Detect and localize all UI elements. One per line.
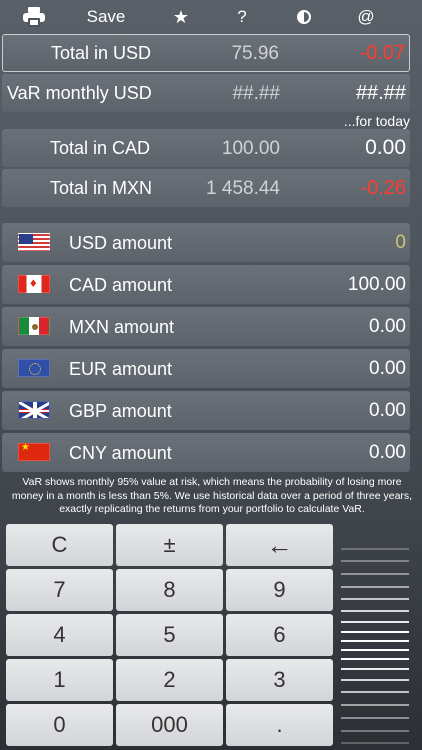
picker-line bbox=[341, 560, 409, 562]
mx-flag-icon bbox=[18, 317, 50, 335]
currency-label: USD amount bbox=[69, 233, 173, 253]
key-9[interactable]: 9 bbox=[226, 569, 333, 611]
picker-line bbox=[341, 631, 409, 633]
eu-flag-icon bbox=[18, 359, 50, 377]
contrast-button[interactable] bbox=[292, 0, 316, 34]
currency-row-mxn[interactable]: MXN amount 0.00 bbox=[2, 307, 410, 346]
total-cad-label: Total in CAD bbox=[50, 138, 151, 158]
email-icon[interactable]: @ bbox=[352, 0, 380, 34]
picker-line bbox=[341, 640, 409, 642]
currency-label: GBP amount bbox=[69, 401, 172, 421]
currency-value: 0.00 bbox=[369, 400, 406, 421]
var-monthly-label: VaR monthly USD bbox=[7, 83, 152, 103]
key-8[interactable]: 8 bbox=[116, 569, 223, 611]
total-usd-row[interactable]: Total in USD 75.96 -0.07 bbox=[2, 34, 410, 72]
total-cad-value: 100.00 bbox=[221, 138, 280, 159]
save-button[interactable]: Save bbox=[78, 0, 134, 34]
key-decimal[interactable]: . bbox=[226, 704, 333, 746]
gb-flag-icon bbox=[18, 401, 50, 419]
picker-line bbox=[341, 548, 409, 550]
total-cad-row[interactable]: Total in CAD 100.00 0.00 bbox=[2, 129, 410, 167]
total-mxn-label: Total in MXN bbox=[50, 178, 153, 198]
contrast-icon bbox=[297, 10, 311, 24]
ca-flag-icon bbox=[18, 275, 50, 293]
var-monthly-change: ##.## bbox=[355, 82, 406, 104]
currency-value: 0.00 bbox=[369, 358, 406, 379]
var-monthly-row[interactable]: VaR monthly USD ##.## ##.## bbox=[2, 74, 410, 112]
value-picker-slider[interactable] bbox=[341, 540, 409, 750]
picker-line bbox=[341, 717, 409, 719]
key-6[interactable]: 6 bbox=[226, 614, 333, 656]
picker-line bbox=[341, 679, 409, 681]
total-usd-change: -0.07 bbox=[359, 42, 405, 64]
total-mxn-change: -0.26 bbox=[360, 177, 406, 199]
key-3[interactable]: 3 bbox=[226, 659, 333, 701]
currency-row-cad[interactable]: CAD amount 100.00 bbox=[2, 265, 410, 304]
picker-line bbox=[341, 649, 409, 651]
help-icon[interactable]: ? bbox=[228, 0, 256, 34]
key-clear[interactable]: C bbox=[6, 524, 113, 566]
total-usd-label: Total in USD bbox=[51, 43, 152, 63]
picker-line bbox=[341, 704, 409, 706]
var-disclaimer: VaR shows monthly 95% value at risk, whi… bbox=[11, 476, 413, 515]
total-mxn-value: 1 458.44 bbox=[206, 178, 280, 199]
currency-row-cny[interactable]: CNY amount 0.00 bbox=[2, 433, 410, 472]
picker-line bbox=[341, 691, 409, 693]
total-cad-change: 0.00 bbox=[365, 136, 406, 159]
picker-line bbox=[341, 598, 409, 600]
key-plus-minus[interactable]: ± bbox=[116, 524, 223, 566]
key-0[interactable]: 0 bbox=[6, 704, 113, 746]
currency-label: MXN amount bbox=[69, 317, 175, 337]
picker-line bbox=[341, 610, 409, 612]
currency-label: EUR amount bbox=[69, 359, 173, 379]
printer-icon bbox=[23, 7, 45, 27]
currency-value: 100.00 bbox=[347, 274, 406, 295]
key-2[interactable]: 2 bbox=[116, 659, 223, 701]
us-flag-icon bbox=[18, 233, 50, 251]
key-1[interactable]: 1 bbox=[6, 659, 113, 701]
cn-flag-icon bbox=[18, 443, 50, 461]
key-000[interactable]: 000 bbox=[116, 704, 223, 746]
currency-label: CNY amount bbox=[69, 443, 172, 463]
currency-row-usd[interactable]: USD amount 0 bbox=[2, 223, 410, 262]
picker-line bbox=[341, 621, 409, 623]
key-4[interactable]: 4 bbox=[6, 614, 113, 656]
currency-value: 0.00 bbox=[369, 316, 406, 337]
picker-line bbox=[341, 573, 409, 575]
currency-label: CAD amount bbox=[69, 275, 173, 295]
picker-line bbox=[341, 742, 409, 744]
total-usd-value: 75.96 bbox=[231, 43, 279, 64]
currency-value: 0.00 bbox=[369, 442, 406, 463]
total-mxn-row[interactable]: Total in MXN 1 458.44 -0.26 bbox=[2, 169, 410, 207]
picker-line bbox=[341, 586, 409, 588]
key-7[interactable]: 7 bbox=[6, 569, 113, 611]
toolbar: Save ★ ? @ bbox=[0, 0, 422, 34]
key-backspace[interactable]: ← bbox=[226, 524, 333, 566]
picker-line bbox=[341, 730, 409, 732]
print-button[interactable] bbox=[18, 0, 50, 34]
var-monthly-value: ##.## bbox=[232, 83, 280, 104]
star-icon[interactable]: ★ bbox=[166, 0, 196, 34]
currency-row-eur[interactable]: EUR amount 0.00 bbox=[2, 349, 410, 388]
key-5[interactable]: 5 bbox=[116, 614, 223, 656]
picker-line bbox=[341, 658, 409, 660]
for-today-note: ...for today bbox=[343, 113, 410, 129]
picker-line bbox=[341, 668, 409, 670]
currency-value: 0 bbox=[395, 232, 406, 253]
currency-row-gbp[interactable]: GBP amount 0.00 bbox=[2, 391, 410, 430]
